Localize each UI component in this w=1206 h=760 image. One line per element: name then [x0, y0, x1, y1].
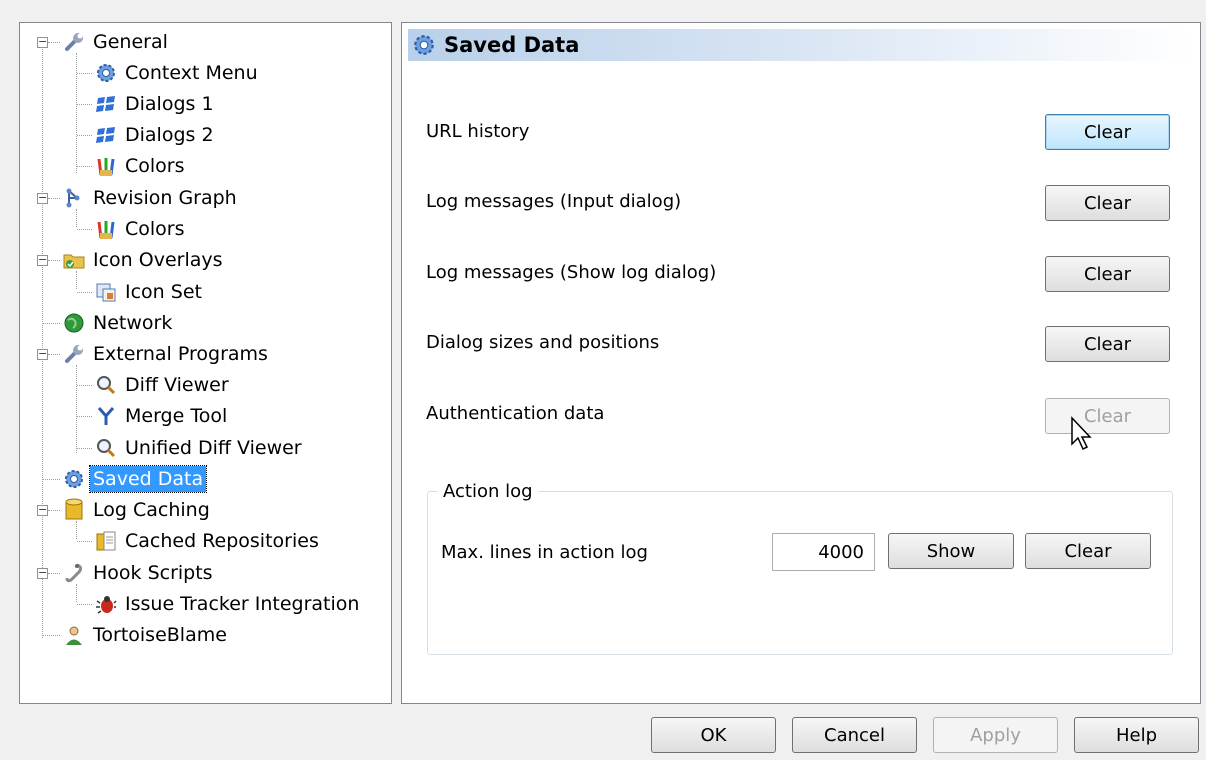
tree-item-label: Context Menu	[125, 62, 258, 84]
max-lines-label: Max. lines in action log	[441, 542, 648, 563]
clear-log-messages-show-log-button[interactable]: Clear	[1045, 256, 1170, 292]
database-icon	[60, 498, 88, 522]
settings-tree[interactable]: General − Context Menu Dialogs 1 Dialogs…	[19, 22, 392, 704]
hook-icon	[60, 561, 88, 585]
show-action-log-button[interactable]: Show	[888, 533, 1014, 569]
cancel-button[interactable]: Cancel	[792, 717, 917, 753]
tree-item-unified-diff-viewer[interactable]: Unified Diff Viewer	[92, 433, 305, 463]
revision-graph-icon	[60, 186, 88, 210]
tree-item-dialogs-2[interactable]: Dialogs 2	[92, 120, 217, 150]
tree-item-label: Hook Scripts	[93, 562, 213, 584]
tree-item-icon-overlays[interactable]: Icon Overlays	[60, 245, 226, 275]
tree-item-external-programs[interactable]: External Programs	[60, 339, 271, 369]
windows-icon	[92, 123, 120, 147]
bug-icon	[92, 592, 120, 616]
action-log-group	[427, 491, 1173, 655]
tree-item-diff-viewer[interactable]: Diff Viewer	[92, 370, 232, 400]
tree-item-label: Cached Repositories	[125, 530, 319, 552]
tree-item-label: Unified Diff Viewer	[125, 437, 302, 459]
paint-brushes-icon	[92, 154, 120, 178]
tree-item-issue-tracker-integration[interactable]: Issue Tracker Integration	[92, 589, 362, 619]
page-title: Saved Data	[444, 33, 580, 57]
globe-icon	[60, 311, 88, 335]
cached-repos-icon	[92, 529, 120, 553]
tree-item-general[interactable]: General	[60, 27, 171, 57]
tree-item-label: External Programs	[93, 343, 268, 365]
tree-item-label: Diff Viewer	[125, 374, 229, 396]
dialog-sizes-label: Dialog sizes and positions	[426, 332, 660, 353]
tree-item-label: General	[93, 31, 168, 53]
tree-item-dialogs-1[interactable]: Dialogs 1	[92, 89, 217, 119]
clear-dialog-sizes-button[interactable]: Clear	[1045, 326, 1170, 362]
tree-item-tortoiseblame[interactable]: TortoiseBlame	[60, 620, 230, 650]
windows-icon	[92, 92, 120, 116]
clear-log-messages-input-button[interactable]: Clear	[1045, 185, 1170, 221]
collapse-toggle[interactable]: −	[37, 192, 48, 204]
tree-item-label: Log Caching	[93, 499, 210, 521]
icon-set-icon	[92, 280, 120, 304]
collapse-toggle[interactable]: −	[37, 348, 48, 360]
collapse-toggle[interactable]: −	[37, 567, 48, 579]
log-messages-input-label: Log messages (Input dialog)	[426, 191, 682, 212]
tree-item-saved-data[interactable]: Saved Data	[60, 464, 208, 494]
action-log-group-title: Action log	[438, 481, 538, 502]
max-lines-input[interactable]	[772, 533, 875, 571]
wrench-icon	[60, 342, 88, 366]
clear-url-history-button[interactable]: Clear	[1045, 114, 1170, 150]
help-button[interactable]: Help	[1074, 717, 1199, 753]
log-messages-show-log-label: Log messages (Show log dialog)	[426, 262, 717, 283]
gear-icon	[408, 30, 440, 60]
tree-item-label: Merge Tool	[125, 405, 228, 427]
saved-data-page: Saved Data URL history Clear Log message…	[401, 22, 1201, 704]
tree-item-label: Issue Tracker Integration	[125, 593, 360, 615]
magnifier-icon	[92, 373, 120, 397]
tree-item-merge-tool[interactable]: Merge Tool	[92, 401, 230, 431]
collapse-toggle[interactable]: −	[37, 36, 48, 48]
url-history-label: URL history	[426, 121, 530, 142]
tree-item-hook-scripts[interactable]: Hook Scripts	[60, 558, 216, 588]
tree-item-label: Dialogs 2	[125, 124, 214, 146]
tree-item-label: Icon Set	[125, 281, 202, 303]
tree-item-label: Dialogs 1	[125, 93, 214, 115]
tree-item-icon-set[interactable]: Icon Set	[92, 277, 205, 307]
tree-item-revision-graph[interactable]: Revision Graph	[60, 183, 240, 213]
ok-button[interactable]: OK	[651, 717, 776, 753]
clear-action-log-button[interactable]: Clear	[1025, 533, 1151, 569]
tree-item-label: Icon Overlays	[93, 249, 223, 271]
mouse-cursor-icon	[1071, 416, 1092, 451]
gear-icon	[92, 61, 120, 85]
user-icon	[60, 623, 88, 647]
tree-item-network[interactable]: Network	[60, 308, 175, 338]
authentication-data-label: Authentication data	[426, 403, 605, 424]
clear-authentication-data-button[interactable]: Clear	[1045, 398, 1170, 434]
tree-item-colors[interactable]: Colors	[92, 151, 188, 181]
magnifier-icon	[92, 436, 120, 460]
page-header: Saved Data	[408, 29, 1194, 61]
apply-button[interactable]: Apply	[933, 717, 1058, 753]
gear-icon	[60, 467, 88, 491]
tree-item-label: Network	[93, 312, 173, 334]
tree-item-cached-repositories[interactable]: Cached Repositories	[92, 526, 322, 556]
tree-item-label: Colors	[125, 218, 185, 240]
paint-brushes-icon	[92, 217, 120, 241]
tree-item-label: Revision Graph	[93, 187, 237, 209]
folder-overlay-icon	[60, 248, 88, 272]
merge-icon	[92, 404, 120, 428]
tree-item-label: Saved Data	[88, 465, 208, 493]
collapse-toggle[interactable]: −	[37, 254, 48, 266]
wrench-icon	[60, 30, 88, 54]
tree-item-label: TortoiseBlame	[93, 624, 227, 646]
collapse-toggle[interactable]: −	[37, 504, 48, 516]
tree-item-colors[interactable]: Colors	[92, 214, 188, 244]
tree-item-log-caching[interactable]: Log Caching	[60, 495, 213, 525]
tree-item-context-menu[interactable]: Context Menu	[92, 58, 261, 88]
tree-item-label: Colors	[125, 155, 185, 177]
